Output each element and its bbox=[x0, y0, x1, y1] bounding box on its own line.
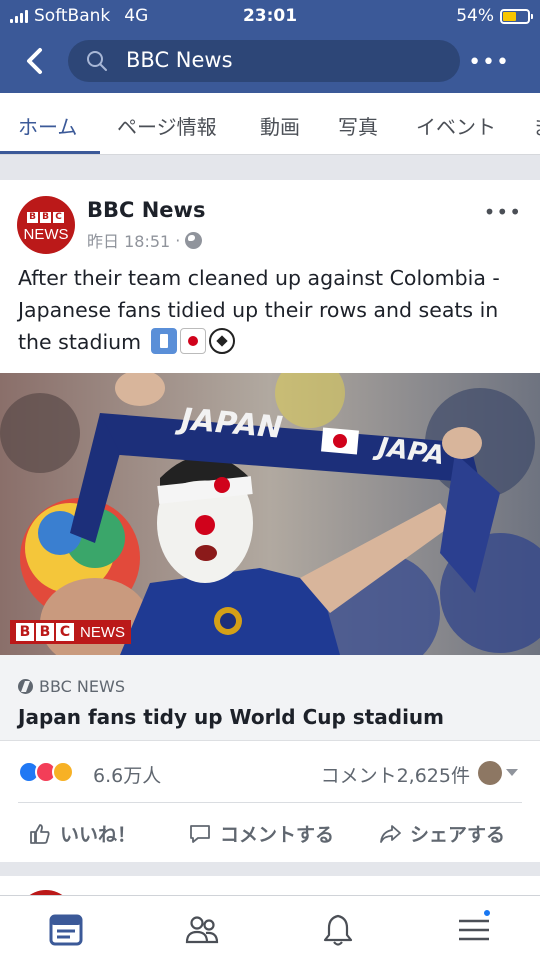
avatar-block: C bbox=[53, 212, 64, 223]
soccer-ball-emoji-icon bbox=[208, 328, 235, 354]
tab-more[interactable]: ま bbox=[533, 111, 540, 140]
reaction-count[interactable]: 6.6万人 bbox=[93, 761, 161, 788]
active-tab-indicator bbox=[0, 151, 100, 154]
tab-home[interactable]: ホーム bbox=[18, 111, 77, 140]
post-image[interactable]: JAPAN JAPA B B C NEWS bbox=[0, 373, 540, 655]
comment-icon bbox=[190, 824, 210, 843]
comment-count[interactable]: コメント2,625件 bbox=[321, 761, 470, 788]
battery-info: 54% bbox=[456, 6, 533, 26]
post-more-button[interactable]: ••• bbox=[484, 200, 522, 224]
tab-page-info[interactable]: ページ情報 bbox=[117, 111, 217, 140]
notifications-icon[interactable] bbox=[320, 912, 356, 948]
watermark-block: B bbox=[36, 623, 54, 641]
friends-icon[interactable] bbox=[184, 912, 220, 948]
reaction-emojis bbox=[18, 761, 74, 783]
comment-label: コメントする bbox=[220, 824, 335, 846]
comment-button[interactable]: コメントする bbox=[188, 820, 334, 847]
search-icon bbox=[87, 51, 107, 71]
post-actions: いいね！ コメントする シェアする bbox=[0, 808, 540, 860]
like-label: いいね！ bbox=[60, 824, 137, 846]
header-more-button[interactable]: ••• bbox=[468, 50, 510, 75]
news-feed-icon[interactable] bbox=[48, 912, 84, 948]
bbc-news-watermark: B B C NEWS bbox=[10, 620, 131, 644]
japan-flag-emoji-icon bbox=[179, 328, 206, 354]
reactions-summary[interactable]: 6.6万人 コメント2,625件 bbox=[0, 741, 540, 801]
post-text: After their team cleaned up against Colo… bbox=[18, 262, 523, 358]
share-icon bbox=[380, 824, 401, 843]
battery-icon bbox=[500, 8, 533, 24]
post-body: After their team cleaned up against Colo… bbox=[18, 266, 500, 354]
page-name-link[interactable]: BBC News bbox=[87, 198, 205, 222]
screen: SoftBank 4G 23:01 54% BBC News ••• ホーム ペ… bbox=[0, 0, 540, 960]
back-chevron-icon[interactable] bbox=[22, 46, 50, 76]
bottom-tab-bar bbox=[0, 895, 540, 960]
like-icon bbox=[30, 823, 50, 844]
nav-row: BBC News ••• bbox=[0, 36, 540, 86]
globe-icon bbox=[185, 231, 203, 249]
link-source-text: BBC NEWS bbox=[39, 677, 125, 696]
tab-photos[interactable]: 写真 bbox=[338, 111, 378, 140]
link-title: Japan fans tidy up World Cup stadium bbox=[18, 705, 444, 729]
tab-videos[interactable]: 動画 bbox=[260, 111, 300, 140]
post-timestamp[interactable]: 昨日 18:51 bbox=[87, 228, 170, 252]
trash-emoji-icon bbox=[150, 328, 177, 354]
chevron-down-icon[interactable] bbox=[506, 769, 518, 776]
post-meta: 昨日 18:51 · bbox=[87, 228, 203, 252]
avatar-block: B bbox=[40, 212, 51, 223]
divider bbox=[18, 802, 522, 803]
photo-illustration: JAPAN JAPA bbox=[0, 373, 540, 655]
avatar-bbc-blocks: B B C bbox=[27, 212, 64, 223]
haha-reaction-icon bbox=[52, 761, 74, 783]
post-card: B B C NEWS BBC News 昨日 18:51 · ••• After… bbox=[0, 180, 540, 862]
status-bar: SoftBank 4G 23:01 54% bbox=[0, 0, 540, 30]
avatar-block: B bbox=[27, 212, 38, 223]
instant-article-icon bbox=[18, 679, 33, 694]
watermark-word: NEWS bbox=[80, 623, 125, 641]
page-tabs: ホーム ページ情報 動画 写真 イベント ま bbox=[0, 93, 540, 155]
like-button[interactable]: いいね！ bbox=[28, 820, 136, 847]
avatar-news-word: NEWS bbox=[23, 226, 69, 243]
menu-notification-dot bbox=[482, 908, 492, 918]
battery-percent: 54% bbox=[456, 6, 494, 26]
share-button[interactable]: シェアする bbox=[378, 820, 505, 847]
search-text: BBC News bbox=[126, 48, 233, 72]
meta-separator: · bbox=[175, 230, 181, 250]
avatar[interactable]: B B C NEWS bbox=[17, 196, 75, 254]
avatar[interactable] bbox=[478, 761, 502, 785]
top-bar: SoftBank 4G 23:01 54% BBC News ••• bbox=[0, 0, 540, 93]
search-input[interactable]: BBC News bbox=[68, 40, 460, 82]
watermark-block: B bbox=[16, 623, 34, 641]
share-label: シェアする bbox=[410, 824, 506, 846]
watermark-block: C bbox=[56, 623, 74, 641]
link-preview[interactable]: BBC NEWS Japan fans tidy up World Cup st… bbox=[0, 655, 540, 741]
tab-events[interactable]: イベント bbox=[416, 111, 496, 140]
link-source: BBC NEWS bbox=[18, 677, 125, 696]
